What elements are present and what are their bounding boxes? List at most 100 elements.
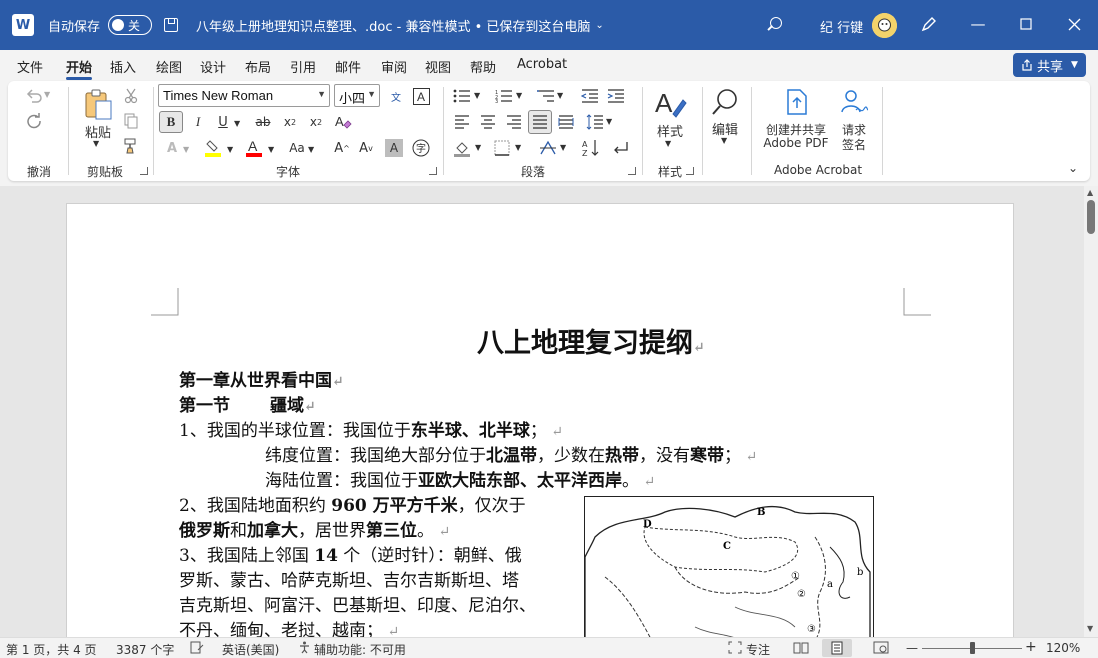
italic-button[interactable]: I <box>188 111 208 133</box>
zoom-in-button[interactable]: + <box>1025 639 1037 655</box>
maximize-button[interactable] <box>1014 12 1038 36</box>
chapter-title[interactable]: 第一章从世界看中国↵ <box>179 366 344 391</box>
show-formatting-marks-icon[interactable] <box>610 138 630 158</box>
character-shading-icon[interactable]: A <box>385 139 403 157</box>
format-painter-icon[interactable] <box>122 137 140 155</box>
create-pdf-label-2[interactable]: Adobe PDF <box>760 136 832 150</box>
sort-icon[interactable]: AZ <box>581 138 601 158</box>
font-size-combobox[interactable]: 小四 ▼ <box>334 84 380 107</box>
user-name[interactable]: 纪 行键 <box>820 17 863 36</box>
read-mode-icon[interactable] <box>793 641 809 657</box>
search-icon[interactable] <box>764 14 786 36</box>
paragraph-neighbors-4[interactable]: 不丹、缅甸、老挝、越南； ↵ <box>179 616 399 637</box>
bold-button[interactable]: B <box>159 111 183 133</box>
proofing-icon[interactable] <box>190 641 204 657</box>
language-status[interactable]: 英语(美国) <box>222 641 279 658</box>
save-icon[interactable] <box>164 18 179 32</box>
chinese-layout-dropdown[interactable]: ▼ <box>560 143 566 152</box>
editing-dropdown[interactable]: ▼ <box>721 136 727 145</box>
tab-file[interactable]: 文件 <box>17 57 43 76</box>
phonetic-guide-icon[interactable]: 文 <box>386 86 406 106</box>
distributed-icon[interactable] <box>556 113 576 131</box>
text-effects-icon[interactable]: A <box>162 137 182 159</box>
shading-icon[interactable] <box>452 138 472 158</box>
print-layout-icon[interactable] <box>822 639 852 657</box>
character-border-icon[interactable]: A <box>411 86 431 106</box>
font-launcher-icon[interactable] <box>429 167 437 175</box>
shrink-font-icon[interactable]: Av <box>356 137 376 159</box>
editing-search-icon[interactable] <box>708 85 742 119</box>
chevron-down-icon[interactable]: ⌄ <box>595 20 603 31</box>
autosave-toggle[interactable]: 关 <box>108 15 153 35</box>
accessibility-icon[interactable] <box>298 641 311 657</box>
superscript-button[interactable]: x2 <box>306 111 326 133</box>
web-layout-icon[interactable] <box>873 641 889 657</box>
paste-icon[interactable] <box>80 86 116 122</box>
minimize-button[interactable]: — <box>966 12 990 36</box>
chevron-down-icon[interactable]: ▼ <box>1071 60 1078 70</box>
clipboard-launcher-icon[interactable] <box>140 167 148 175</box>
align-center-icon[interactable] <box>478 113 498 131</box>
bullets-dropdown[interactable]: ▼ <box>474 91 480 100</box>
numbering-icon[interactable]: 123 <box>494 87 514 105</box>
copy-icon[interactable] <box>122 112 140 130</box>
decrease-indent-icon[interactable] <box>580 87 600 105</box>
zoom-out-button[interactable]: — <box>906 641 918 655</box>
focus-label[interactable]: 专注 <box>746 641 770 658</box>
styles-dropdown[interactable]: ▼ <box>665 139 671 148</box>
text-effects-dropdown[interactable]: ▼ <box>183 145 189 154</box>
styles-gallery-icon[interactable]: A <box>652 85 688 121</box>
close-button[interactable] <box>1062 12 1086 36</box>
tab-help[interactable]: 帮助 <box>470 57 496 76</box>
section-title[interactable]: 第一节 疆域↵ <box>179 391 316 416</box>
grow-font-icon[interactable]: A ^ <box>332 137 352 159</box>
zoom-slider-thumb[interactable] <box>970 642 975 654</box>
tab-draw[interactable]: 绘图 <box>156 57 182 76</box>
request-signature-label-2[interactable]: 签名 <box>834 136 874 153</box>
share-button[interactable]: 共享 ▼ <box>1013 53 1086 77</box>
clear-formatting-icon[interactable]: A <box>332 111 354 133</box>
undo-icon[interactable] <box>22 87 46 105</box>
align-left-icon[interactable] <box>452 113 472 131</box>
paragraph-sea-land[interactable]: 海陆位置：我国位于亚欧大陆东部、太平洋西岸。 ↵ <box>265 466 655 491</box>
multilevel-dropdown[interactable]: ▼ <box>557 91 563 100</box>
line-spacing-dropdown[interactable]: ▼ <box>606 117 612 126</box>
font-name-combobox[interactable]: Times New Roman ▼ <box>158 84 330 107</box>
zoom-level[interactable]: 120% <box>1046 641 1080 655</box>
enclose-characters-icon[interactable]: 字 <box>411 138 431 158</box>
change-case-dropdown[interactable]: ▼ <box>308 145 314 154</box>
paragraph-launcher-icon[interactable] <box>628 167 636 175</box>
undo-dropdown[interactable]: ▼ <box>44 90 50 99</box>
tab-view[interactable]: 视图 <box>425 57 451 76</box>
accessibility-status[interactable]: 辅助功能: 不可用 <box>314 641 406 658</box>
highlight-color-icon[interactable] <box>202 137 224 159</box>
increase-indent-icon[interactable] <box>606 87 626 105</box>
redo-icon[interactable] <box>22 111 46 131</box>
bullets-icon[interactable] <box>452 87 472 105</box>
paragraph-neighbors-2[interactable]: 罗斯、蒙古、哈萨克斯坦、吉尔吉斯斯坦、塔 <box>179 566 519 591</box>
chevron-down-icon[interactable]: ▼ <box>367 89 376 99</box>
paragraph-area-rank[interactable]: 俄罗斯和加拿大，居世界第三位。 ↵ <box>179 516 450 541</box>
tab-design[interactable]: 设计 <box>200 57 226 76</box>
document-page[interactable]: 八上地理复习提纲↵ 第一章从世界看中国↵ 第一节 疆域↵ 1、我国的半球位置：我国… <box>66 203 1014 637</box>
align-right-icon[interactable] <box>504 113 524 131</box>
china-neighbors-map[interactable]: D B C a b ① ② ③ <box>584 496 874 637</box>
numbering-dropdown[interactable]: ▼ <box>516 91 522 100</box>
strikethrough-button[interactable]: ab <box>253 111 273 133</box>
tab-insert[interactable]: 插入 <box>110 57 136 76</box>
document-title[interactable]: 八年级上册地理知识点整理、.doc - 兼容性模式 • 已保存到这台电脑 <box>196 16 590 35</box>
scroll-thumb[interactable] <box>1087 200 1095 234</box>
focus-icon[interactable] <box>728 641 742 657</box>
styles-launcher-icon[interactable] <box>686 167 694 175</box>
designer-pen-icon[interactable] <box>920 15 938 37</box>
paragraph-neighbors[interactable]: 3、我国陆上邻国 14 个（逆时针）：朝鲜、俄 <box>179 541 522 566</box>
justify-icon[interactable] <box>528 110 552 134</box>
collapse-ribbon-icon[interactable]: ⌄ <box>1068 161 1078 175</box>
vertical-scrollbar[interactable]: ▲ ▼ <box>1084 186 1098 637</box>
document-heading[interactable]: 八上地理复习提纲↵ <box>477 321 705 360</box>
chinese-layout-icon[interactable] <box>538 138 558 158</box>
tab-mailings[interactable]: 邮件 <box>335 57 361 76</box>
highlight-dropdown[interactable]: ▼ <box>227 145 233 154</box>
scroll-down-icon[interactable]: ▼ <box>1087 624 1093 633</box>
paragraph-latitude[interactable]: 纬度位置：我国绝大部分位于北温带，少数在热带，没有寒带； ↵ <box>265 441 757 466</box>
